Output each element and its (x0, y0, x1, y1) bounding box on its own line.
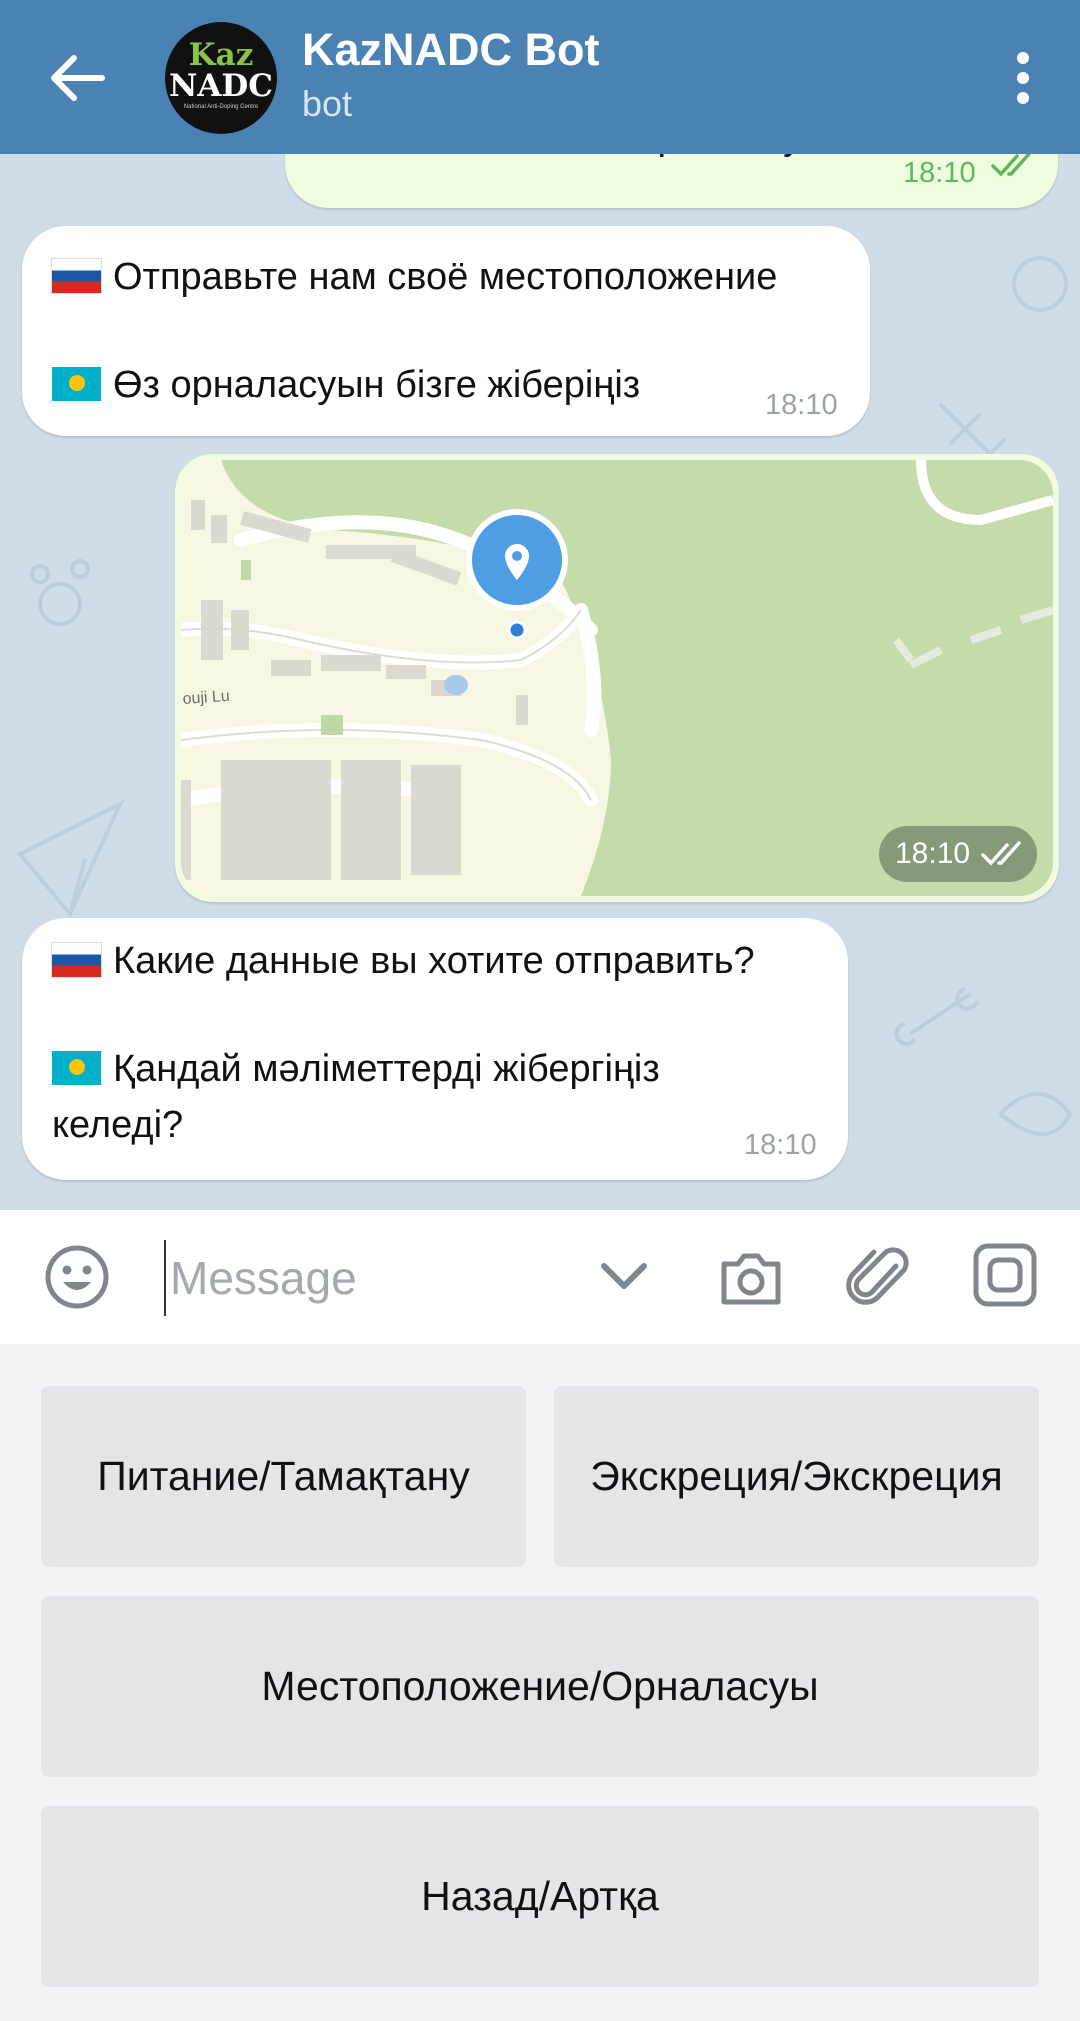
keyboard-button-excretion[interactable]: Экскреция/Экскреция (554, 1386, 1039, 1567)
outgoing-location-message[interactable]: ouji Lu 18:10 (175, 454, 1059, 902)
message-line-kz-cont: келеді? (52, 1104, 184, 1146)
emoji-icon[interactable] (42, 1242, 112, 1312)
double-check-icon (991, 154, 1031, 177)
chat-title[interactable]: KazNADC Bot (302, 22, 600, 78)
text-ru: Какие данные вы хотите отправить? (113, 940, 755, 982)
map-street-label: ouji Lu (182, 688, 230, 708)
chat-header: Kaz NADC National Anti-Doping Centre Kaz… (0, 0, 1080, 154)
more-vert-icon[interactable] (988, 46, 1058, 110)
back-arrow-icon[interactable] (38, 42, 118, 114)
text-kz: Қандай мәліметтерді жібергіңіз (113, 1048, 660, 1090)
bot-keyboard-icon[interactable] (970, 1240, 1040, 1310)
avatar-logo-nadc: NADC (169, 68, 273, 104)
message-time: 18:10 (903, 157, 976, 189)
attach-paperclip-icon[interactable] (846, 1240, 916, 1314)
outgoing-message-location[interactable]: Местоположение/Орналасуы 18:10 (285, 154, 1058, 208)
message-composer (0, 1210, 1080, 1344)
message-line-kz: Өз орналасуын бізге жіберіңіз (52, 358, 640, 412)
location-map[interactable]: ouji Lu 18:10 (181, 460, 1053, 896)
chat-subtitle: bot (302, 83, 353, 124)
map-time-badge: 18:10 (879, 826, 1037, 882)
message-line-kz: Қандай мәліметтерді жібергіңіз (52, 1042, 660, 1096)
keyboard-button-back[interactable]: Назад/Артқа (41, 1806, 1039, 1987)
message-line-ru: Какие данные вы хотите отправить? (52, 934, 755, 988)
incoming-message-send-location[interactable]: Отправьте нам своё местоположение Өз орн… (22, 226, 870, 436)
kazakhstan-flag-icon (52, 367, 101, 401)
camera-icon[interactable] (716, 1242, 786, 1312)
message-time: 18:10 (765, 389, 838, 421)
message-line-ru: Отправьте нам своё местоположение (52, 250, 777, 304)
chat-area[interactable]: Местоположение/Орналасуы 18:10 Отправьте… (0, 154, 1080, 1210)
keyboard-button-location[interactable]: Местоположение/Орналасуы (41, 1596, 1039, 1777)
message-input[interactable] (164, 1240, 572, 1316)
avatar-logo-caption: National Anti-Doping Centre (183, 104, 259, 110)
russia-flag-icon (52, 943, 101, 977)
chevron-down-icon[interactable] (592, 1252, 656, 1302)
message-text: Местоположение/Орналасуы (313, 154, 829, 164)
russia-flag-icon (52, 259, 101, 293)
text-kz: Өз орналасуын бізге жіберіңіз (113, 364, 641, 406)
bot-avatar[interactable]: Kaz NADC National Anti-Doping Centre (165, 22, 277, 134)
message-time: 18:10 (895, 837, 971, 870)
text-ru: Отправьте нам своё местоположение (113, 256, 778, 298)
avatar-logo-kaz: Kaz (188, 37, 254, 73)
double-check-icon (981, 841, 1021, 866)
bot-reply-keyboard: Питание/Тамақтану Экскреция/Экскреция Ме… (0, 1344, 1080, 2021)
message-time: 18:10 (744, 1129, 817, 1161)
keyboard-button-food[interactable]: Питание/Тамақтану (41, 1386, 526, 1567)
kazakhstan-flag-icon (52, 1051, 101, 1085)
incoming-message-choose-data[interactable]: Какие данные вы хотите отправить? Қандай… (22, 918, 848, 1180)
